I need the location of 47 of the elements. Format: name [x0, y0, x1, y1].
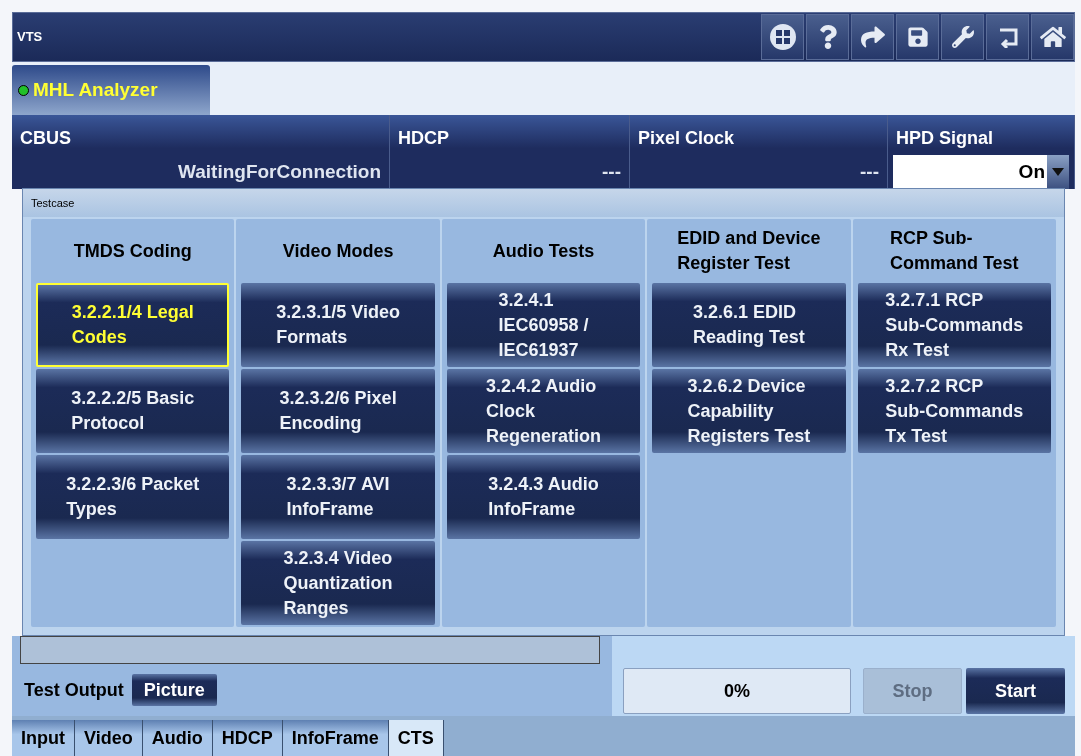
module-tab-label: MHL Analyzer — [33, 77, 158, 102]
home-icon[interactable] — [1031, 14, 1074, 60]
test-button[interactable]: 3.2.3.3/7 AVI InfoFrame — [241, 455, 435, 539]
action-button[interactable]: Start — [966, 668, 1065, 714]
test-button[interactable]: 3.2.2.2/5 Basic Protocol — [36, 369, 230, 453]
help-icon[interactable] — [806, 14, 849, 60]
test-button[interactable]: 3.2.3.2/6 Pixel Encoding — [241, 369, 435, 453]
test-button[interactable]: 3.2.2.3/6 Packet Types — [36, 455, 230, 539]
window-title: VTS — [17, 28, 43, 47]
test-button[interactable]: 3.2.6.2 Device Capability Registers Test — [652, 369, 846, 453]
dropdown-caret-icon — [1047, 155, 1069, 189]
bottom-tab[interactable]: Input — [12, 720, 75, 756]
test-button[interactable]: 3.2.4.3 Audio InfoFrame — [446, 455, 641, 539]
progress-bar: 0% — [623, 668, 851, 714]
status-value: --- — [860, 160, 879, 184]
status-label: HPD Signal — [896, 127, 994, 150]
module-tab[interactable]: MHL Analyzer — [12, 65, 210, 115]
hpd-dropdown[interactable]: On — [893, 155, 1069, 189]
column-heading: Video Modes — [282, 239, 394, 263]
save-icon[interactable] — [896, 14, 939, 60]
status-value: --- — [602, 160, 621, 184]
bottom-tab[interactable]: InfoFrame — [282, 720, 389, 756]
bottom-tab[interactable]: Video — [75, 720, 143, 756]
column-heading: Audio Tests — [492, 239, 595, 263]
status-label: Pixel Clock — [638, 127, 736, 150]
panel-title: Testcase — [31, 195, 75, 211]
bottom-tab[interactable]: HDCP — [212, 720, 283, 756]
test-button[interactable]: 3.2.4.1 IEC60958 / IEC61937 — [446, 283, 641, 367]
test-button[interactable]: 3.2.4.2 Audio Clock Regeneration — [446, 369, 641, 453]
test-button[interactable]: 3.2.7.1 RCP Sub-Commands Rx Test — [857, 283, 1051, 367]
status-label: CBUS — [20, 127, 72, 150]
column-heading: RCP Sub- Command Test — [889, 227, 1019, 275]
test-button[interactable]: 3.2.7.2 RCP Sub-Commands Tx Test — [857, 369, 1051, 453]
picture-button[interactable]: Picture — [131, 674, 217, 706]
test-button[interactable]: 3.2.6.1 EDID Reading Test — [652, 283, 846, 367]
column-heading: TMDS Coding — [73, 239, 192, 263]
bottom-tab[interactable]: Audio — [142, 720, 213, 756]
wrench-icon[interactable] — [941, 14, 984, 60]
test-output-label: Test Output — [23, 678, 124, 702]
test-button[interactable]: 3.2.2.1/4 Legal Codes — [36, 283, 230, 367]
column-heading: EDID and Device Register Test — [677, 227, 821, 275]
bottom-tab[interactable]: CTS — [388, 720, 444, 756]
status-led-icon — [18, 84, 29, 96]
status-value: WaitingForConnection — [178, 160, 381, 184]
test-button[interactable]: 3.2.3.1/5 Video Formats — [241, 283, 435, 367]
test-button[interactable]: 3.2.3.4 Video Quantization Ranges — [241, 541, 435, 625]
status-label: HDCP — [398, 127, 450, 150]
